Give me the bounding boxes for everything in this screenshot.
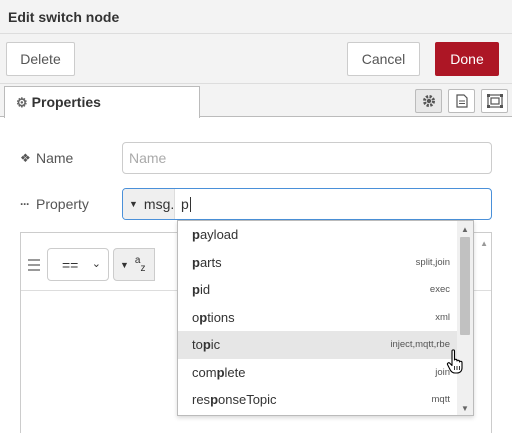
chevron-down-icon: ⌄	[91, 258, 101, 270]
gear-icon: ⚙	[16, 95, 28, 110]
item-source: split,join	[415, 256, 450, 268]
autocomplete-item-hovered[interactable]: topic inject,mqtt,rbe	[178, 331, 458, 359]
property-type-label: msg.	[143, 196, 175, 212]
match-char: p	[216, 364, 225, 380]
item-name-start: com	[192, 364, 217, 380]
ellipsis-icon: ···	[20, 197, 30, 211]
match-char: p	[210, 392, 219, 408]
operator-value: ==	[62, 256, 79, 273]
tab-description-icon-button[interactable]	[448, 89, 475, 113]
done-button[interactable]: Done	[435, 42, 499, 76]
item-name-end: ic	[210, 337, 221, 353]
property-label-text: Property	[36, 196, 89, 212]
autocomplete-item[interactable]: parts split,join	[178, 249, 458, 277]
item-name-start: res	[192, 392, 211, 408]
property-type-select[interactable]: ▼ msg.	[123, 189, 175, 219]
property-input[interactable]: ▼ msg. p	[122, 188, 492, 220]
name-field[interactable]: Name	[122, 142, 492, 174]
item-name: arts	[199, 254, 222, 270]
caret-down-icon: ▼	[120, 259, 129, 270]
autocomplete-dropdown: payload parts split,join pid exec option…	[177, 220, 474, 416]
frame-icon	[486, 94, 503, 108]
document-icon	[455, 94, 468, 108]
tab-appearance-icon-button[interactable]	[481, 89, 508, 113]
item-source: xml	[435, 311, 450, 323]
scroll-up-icon[interactable]: ▲	[480, 239, 488, 248]
text-cursor	[189, 197, 191, 213]
match-prefix: p	[192, 282, 200, 298]
delete-button[interactable]: Delete	[6, 42, 75, 76]
tab-properties-label: Properties	[31, 94, 101, 110]
tab-settings-icon-button[interactable]	[415, 89, 442, 113]
tab-bar: ⚙ Properties	[0, 84, 512, 118]
item-source: inject,mqtt,rbe	[390, 339, 450, 351]
match-char: p	[199, 309, 208, 325]
dialog-title: Edit switch node	[0, 0, 512, 34]
cancel-button[interactable]: Cancel	[347, 42, 420, 76]
property-label: ··· Property	[20, 196, 89, 212]
operator-select[interactable]: == ⌄	[47, 248, 109, 281]
autocomplete-item[interactable]: complete join	[178, 359, 458, 387]
autocomplete-item[interactable]: payload	[178, 221, 458, 249]
scroll-down-icon[interactable]: ▼	[461, 404, 469, 413]
value-type-select[interactable]: ▼ az	[113, 248, 155, 281]
gear-icon	[422, 95, 435, 107]
property-value: p	[181, 195, 189, 212]
dialog-toolbar: Delete Cancel Done	[0, 34, 512, 84]
item-source: mqtt	[431, 394, 450, 406]
tab-properties[interactable]: ⚙ Properties	[4, 86, 200, 118]
item-source: exec	[429, 284, 450, 296]
drag-handle-icon[interactable]	[28, 259, 40, 274]
item-name-end: onseTopic	[218, 392, 277, 408]
property-value-text[interactable]: p	[175, 196, 191, 213]
autocomplete-item[interactable]: responseTopic mqtt	[178, 386, 458, 414]
name-label: ❖ Name	[20, 150, 73, 166]
match-prefix: p	[192, 227, 200, 243]
dropdown-scrollbar[interactable]: ▲ ▼	[457, 221, 473, 415]
match-prefix: p	[192, 254, 200, 270]
scrollbar-thumb[interactable]	[460, 237, 470, 335]
item-name-start: to	[192, 337, 203, 353]
item-name: id	[199, 282, 211, 298]
item-name-end: lete	[224, 364, 246, 380]
name-label-text: Name	[36, 150, 74, 166]
autocomplete-item[interactable]: pid exec	[178, 276, 458, 304]
scroll-up-icon[interactable]: ▲	[461, 225, 469, 234]
hand-pointer-cursor-icon	[446, 349, 463, 374]
autocomplete-item[interactable]: options xml	[178, 304, 458, 332]
tag-icon: ❖	[20, 151, 31, 165]
match-char: p	[202, 337, 211, 353]
string-type-icon: az	[134, 254, 146, 274]
caret-down-icon: ▼	[129, 199, 138, 209]
item-name-end: tions	[207, 309, 235, 325]
item-name: ayload	[199, 227, 239, 243]
